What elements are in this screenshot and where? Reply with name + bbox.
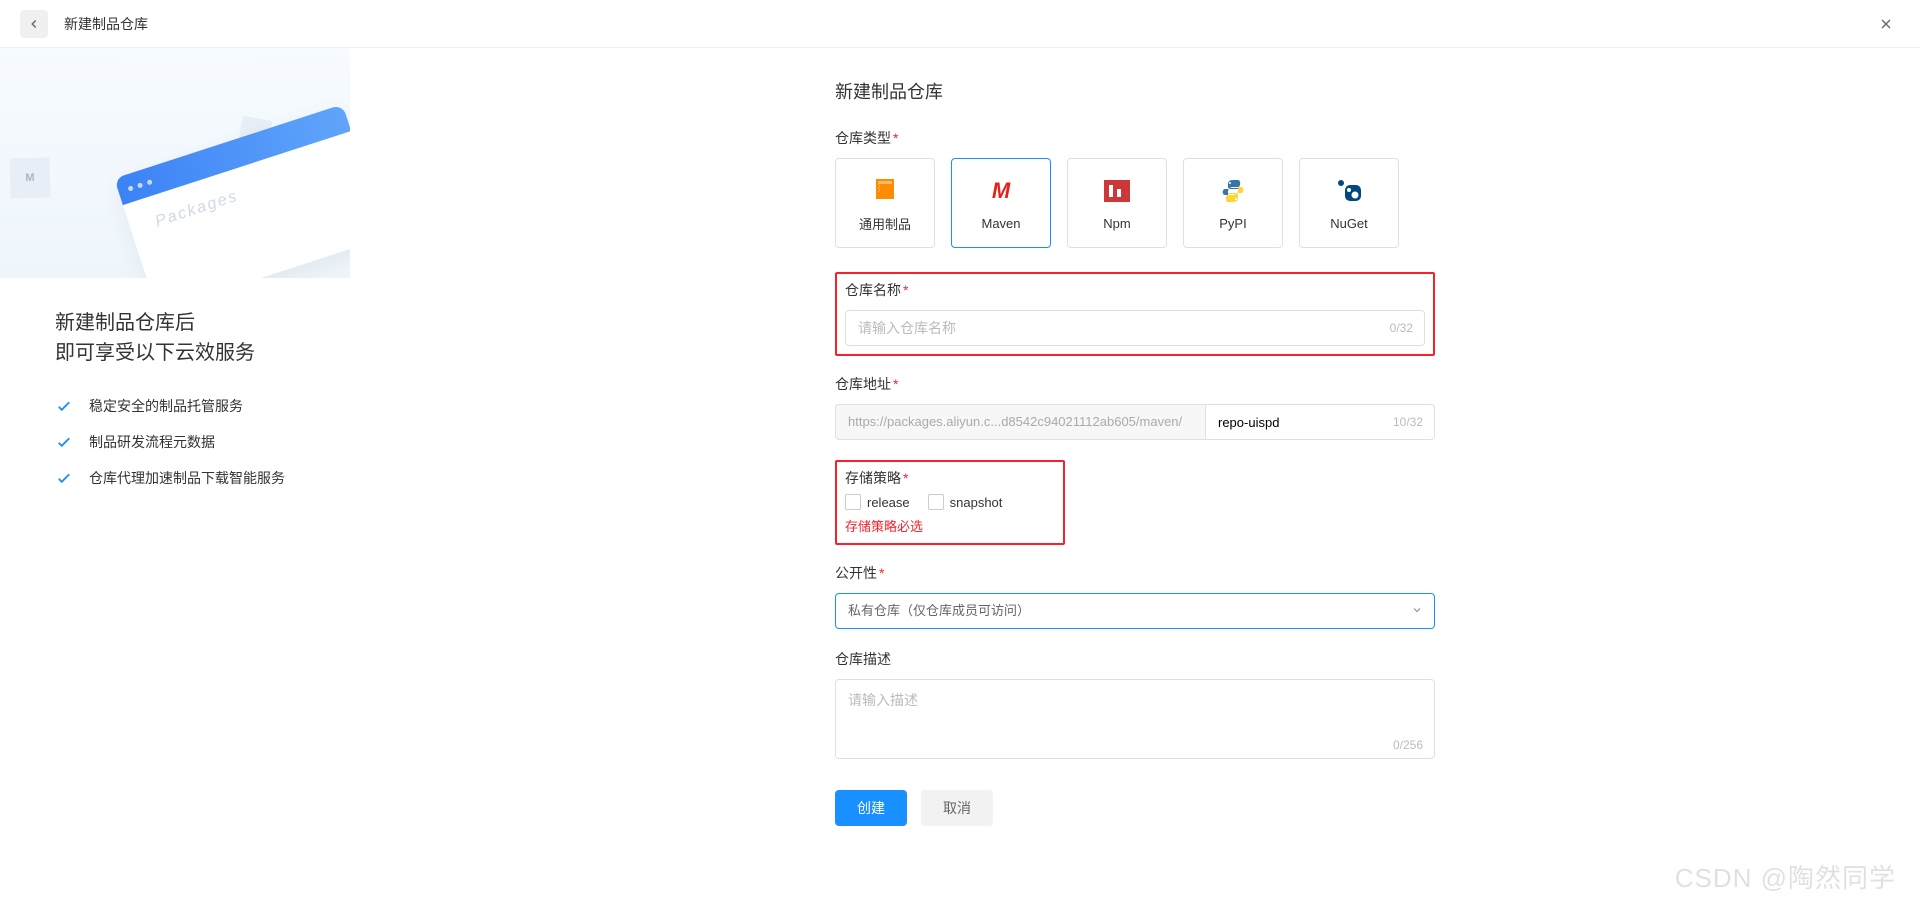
maven-icon: M <box>986 176 1016 206</box>
close-icon <box>1878 16 1894 32</box>
type-label-text: Npm <box>1103 216 1130 231</box>
storage-section-highlight: 存储策略* release snapshot 存储策略必选 <box>835 460 1065 545</box>
arrow-left-icon <box>27 17 41 31</box>
packages-card: Packages <box>114 104 350 278</box>
repo-type-row: 通用制品 M Maven Npm PyPI NuGet <box>835 158 1435 248</box>
name-label: 仓库名称* <box>845 280 1425 300</box>
benefit-item: 稳定安全的制品托管服务 <box>55 396 350 416</box>
check-icon <box>55 397 73 415</box>
address-label: 仓库地址* <box>835 374 1435 394</box>
box-icon: M <box>9 157 50 198</box>
checkbox-icon <box>928 494 944 510</box>
main: 新建制品仓库 仓库类型* 通用制品 M Maven Npm PyPI <box>350 48 1920 866</box>
name-input[interactable] <box>845 310 1425 346</box>
name-counter: 0/32 <box>1390 321 1413 335</box>
visibility-select[interactable]: 私有仓库（仅仓库成员可访问） <box>835 593 1435 629</box>
checkbox-icon <box>845 494 861 510</box>
benefit-text: 制品研发流程元数据 <box>89 432 215 452</box>
type-label-text: NuGet <box>1330 216 1368 231</box>
benefit-item: 仓库代理加速制品下载智能服务 <box>55 468 350 488</box>
type-label-text: Maven <box>981 216 1020 231</box>
type-card-nuget[interactable]: NuGet <box>1299 158 1399 248</box>
generic-icon <box>870 174 900 204</box>
header-title: 新建制品仓库 <box>64 14 148 34</box>
nuget-icon <box>1334 176 1364 206</box>
type-card-pypi[interactable]: PyPI <box>1183 158 1283 248</box>
form-actions: 创建 取消 <box>835 790 1435 826</box>
container: M Packages 新建制品仓库后 即可享受以下云效服务 稳定安全的制品托管服… <box>0 48 1920 866</box>
form: 新建制品仓库 仓库类型* 通用制品 M Maven Npm PyPI <box>835 78 1435 826</box>
description-label: 仓库描述 <box>835 649 1435 669</box>
type-label: 仓库类型* <box>835 128 1435 148</box>
page-header: 新建制品仓库 <box>0 0 1920 48</box>
benefits-list: 稳定安全的制品托管服务 制品研发流程元数据 仓库代理加速制品下载智能服务 <box>55 396 350 488</box>
description-textarea[interactable] <box>835 679 1435 759</box>
storage-error: 存储策略必选 <box>845 516 1055 535</box>
storage-release-checkbox[interactable]: release <box>845 494 910 510</box>
name-section-highlight: 仓库名称* 0/32 <box>835 272 1435 356</box>
benefit-text: 稳定安全的制品托管服务 <box>89 396 243 416</box>
type-card-generic[interactable]: 通用制品 <box>835 158 935 248</box>
type-label-text: 通用制品 <box>859 214 911 233</box>
npm-icon <box>1102 176 1132 206</box>
address-prefix: https://packages.aliyun.c...d8542c940211… <box>835 404 1205 440</box>
type-card-maven[interactable]: M Maven <box>951 158 1051 248</box>
address-counter: 10/32 <box>1393 415 1423 429</box>
chevron-down-icon <box>1411 603 1423 619</box>
back-button[interactable] <box>20 10 48 38</box>
illustration: M Packages <box>0 48 350 278</box>
storage-snapshot-checkbox[interactable]: snapshot <box>928 494 1003 510</box>
check-icon <box>55 433 73 451</box>
visibility-field: 公开性* 私有仓库（仅仓库成员可访问） <box>835 563 1435 629</box>
checkbox-label: release <box>867 495 910 510</box>
benefit-item: 制品研发流程元数据 <box>55 432 350 452</box>
sidebar-heading: 即可享受以下云效服务 <box>55 338 350 368</box>
description-field: 仓库描述 0/256 <box>835 649 1435 762</box>
address-field: 仓库地址* https://packages.aliyun.c...d8542c… <box>835 374 1435 440</box>
description-counter: 0/256 <box>1393 738 1423 752</box>
cancel-button[interactable]: 取消 <box>921 790 993 826</box>
sidebar: M Packages 新建制品仓库后 即可享受以下云效服务 稳定安全的制品托管服… <box>0 48 350 866</box>
storage-label: 存储策略* <box>845 468 1055 488</box>
checkbox-label: snapshot <box>950 495 1003 510</box>
benefit-text: 仓库代理加速制品下载智能服务 <box>89 468 285 488</box>
type-label-text: PyPI <box>1219 216 1246 231</box>
visibility-label: 公开性* <box>835 563 1435 583</box>
submit-button[interactable]: 创建 <box>835 790 907 826</box>
form-title: 新建制品仓库 <box>835 78 1435 104</box>
sidebar-info: 新建制品仓库后 即可享受以下云效服务 稳定安全的制品托管服务 制品研发流程元数据… <box>0 278 350 488</box>
check-icon <box>55 469 73 487</box>
sidebar-heading: 新建制品仓库后 <box>55 308 350 338</box>
pypi-icon <box>1218 176 1248 206</box>
close-button[interactable] <box>1872 10 1900 38</box>
type-card-npm[interactable]: Npm <box>1067 158 1167 248</box>
